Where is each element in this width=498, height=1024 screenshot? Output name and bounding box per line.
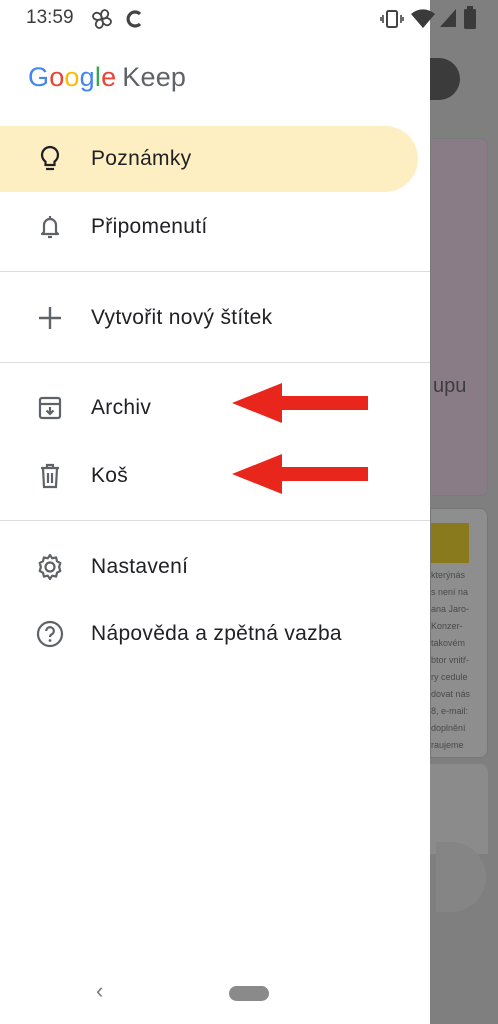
gear-icon	[35, 552, 65, 582]
arrow-annotation-icon	[232, 383, 368, 423]
signal-icon	[440, 9, 456, 27]
background-note-lines: kterýnás s není na ana Jaro- Konzer- tak…	[431, 570, 471, 750]
drawer-item-label: Poznámky	[91, 147, 192, 170]
drawer-item-new-label[interactable]: Vytvořit nový štítek	[0, 285, 418, 351]
background-note-text: upu	[433, 375, 467, 397]
bell-icon	[35, 212, 65, 242]
background-app: upu kterýnás s není na ana Jaro- Konzer-…	[430, 0, 498, 1024]
background-note-image	[431, 523, 469, 563]
system-navigation-bar: ‹	[0, 964, 430, 1024]
drawer-item-label: Koš	[91, 464, 129, 487]
home-pill-button[interactable]	[229, 986, 269, 1001]
arrow-annotation-icon	[232, 454, 368, 494]
help-icon	[35, 619, 65, 649]
battery-icon	[464, 6, 476, 29]
background-note-card	[430, 764, 488, 854]
navigation-drawer: Google Keep Poznámky Připomenutí Vytvořit…	[0, 0, 430, 1024]
drawer-item-label: Připomenutí	[91, 215, 208, 238]
drawer-item-notes[interactable]: Poznámky	[0, 126, 418, 192]
archive-icon	[35, 393, 65, 423]
divider	[0, 271, 430, 272]
divider	[0, 520, 430, 521]
drawer-item-label: Nápověda a zpětná vazba	[91, 622, 342, 645]
wifi-icon	[411, 9, 435, 28]
pinwheel-icon	[92, 9, 112, 29]
drawer-item-reminders[interactable]: Připomenutí	[0, 194, 418, 260]
drawer-item-label: Nastavení	[91, 555, 189, 578]
plus-icon	[35, 303, 65, 333]
google-keep-logo: Google Keep	[28, 62, 187, 92]
avatar	[430, 58, 460, 100]
back-icon[interactable]: ‹	[96, 978, 103, 1004]
divider	[0, 362, 430, 363]
status-time: 13:59	[26, 7, 74, 28]
drawer-item-label: Vytvořit nový štítek	[91, 306, 273, 329]
drawer-item-label: Archiv	[91, 396, 152, 419]
c-app-icon	[126, 10, 142, 28]
lightbulb-icon	[35, 144, 65, 174]
trash-icon	[35, 461, 65, 491]
background-note-card: kterýnás s není na ana Jaro- Konzer- tak…	[430, 508, 488, 758]
background-note-card: upu	[430, 138, 488, 496]
vibrate-icon	[380, 10, 404, 28]
status-bar: 13:59	[0, 0, 498, 36]
drawer-item-settings[interactable]: Nastavení	[0, 534, 418, 600]
drawer-item-help[interactable]: Nápověda a zpětná vazba	[0, 601, 418, 667]
